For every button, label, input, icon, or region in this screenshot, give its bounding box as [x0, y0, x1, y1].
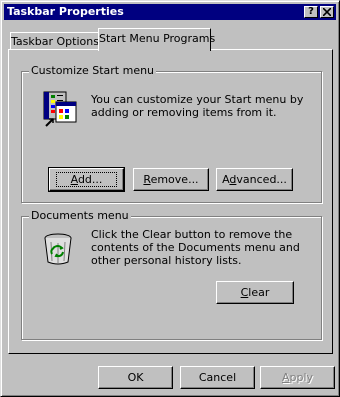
start-menu-icon [43, 91, 77, 127]
recycle-bin-icon [44, 233, 72, 265]
documents-description: Click the Clear button to remove the con… [91, 228, 300, 267]
ok-button[interactable]: OK [98, 366, 173, 389]
close-button[interactable] [320, 6, 334, 18]
customize-start-menu-group: Customize Start menu You can customize y… [21, 64, 322, 203]
close-icon [322, 7, 332, 17]
cancel-button[interactable]: Cancel [180, 366, 255, 389]
add-button[interactable]: Add... [48, 167, 125, 192]
taskbar-properties-window: Taskbar Properties ? Taskbar Options Sta… [0, 0, 340, 397]
advanced-button[interactable]: Advanced... [216, 168, 293, 191]
apply-button[interactable]: Apply [260, 366, 335, 389]
tab-taskbar-options[interactable]: Taskbar Options [10, 32, 100, 50]
title-bar[interactable]: Taskbar Properties ? [4, 4, 336, 20]
tab-panel: Customize Start menu You can customize y… [8, 49, 333, 354]
documents-menu-group: Documents menu Click the Clear button to… [21, 209, 322, 340]
help-button[interactable]: ? [304, 6, 318, 18]
tab-start-menu-programs[interactable]: Start Menu Programs [98, 28, 215, 51]
customize-description: You can customize your Start menu by add… [91, 93, 304, 119]
documents-group-legend: Documents menu [29, 209, 131, 222]
clear-button[interactable]: Clear [216, 281, 294, 304]
customize-group-legend: Customize Start menu [29, 64, 157, 77]
window-title: Taskbar Properties [7, 5, 124, 18]
remove-button[interactable]: Remove... [133, 168, 209, 191]
